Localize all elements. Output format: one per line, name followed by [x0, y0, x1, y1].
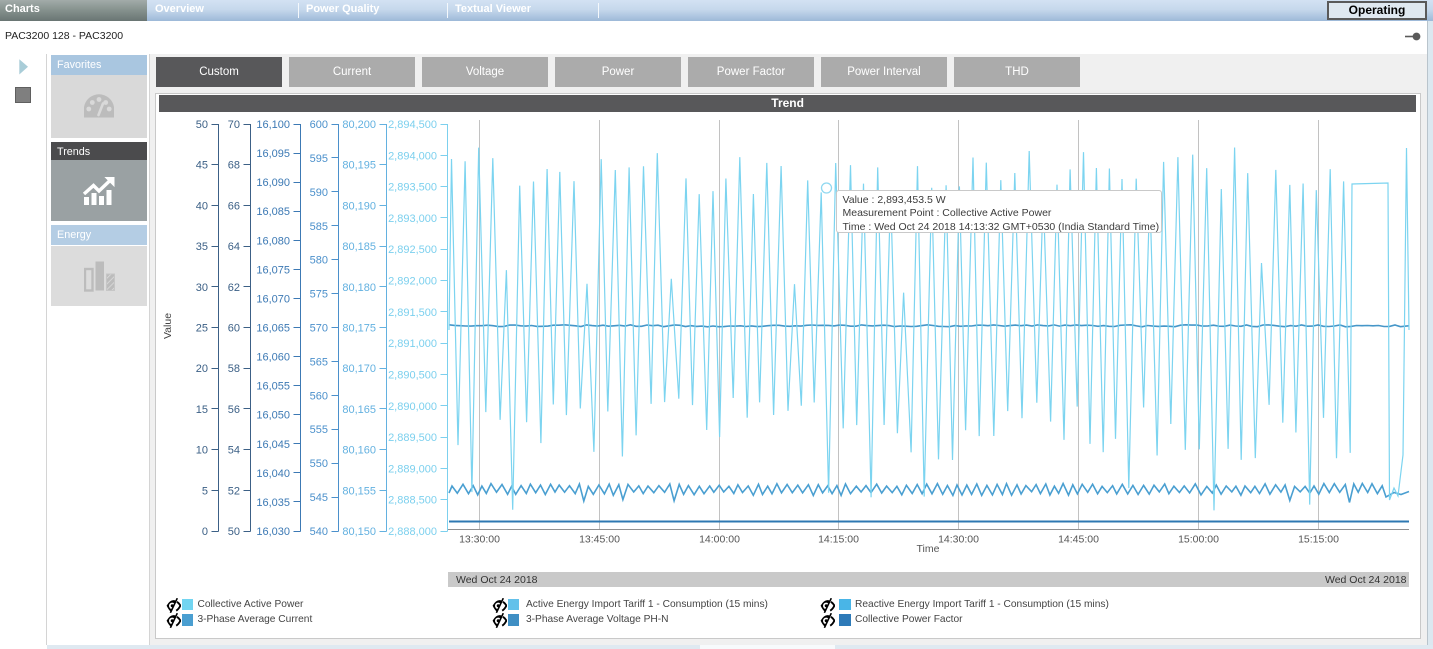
svg-text:16,095: 16,095 — [256, 148, 290, 160]
svg-text:2,892,500: 2,892,500 — [388, 244, 437, 256]
svg-text:2,890,500: 2,890,500 — [388, 370, 437, 382]
svg-text:16,080: 16,080 — [256, 235, 290, 247]
svg-text:550: 550 — [310, 458, 328, 470]
svg-text:590: 590 — [310, 187, 328, 199]
svg-text:16,065: 16,065 — [256, 323, 290, 335]
svg-text:2,891,000: 2,891,000 — [388, 338, 437, 350]
svg-text:0: 0 — [202, 526, 208, 538]
svg-text:70: 70 — [228, 119, 240, 131]
svg-text:30: 30 — [196, 282, 208, 294]
svg-text:2,892,000: 2,892,000 — [388, 276, 437, 288]
svg-text:16,085: 16,085 — [256, 206, 290, 218]
svg-text:5: 5 — [202, 485, 208, 497]
svg-text:56: 56 — [228, 404, 240, 416]
svg-text:540: 540 — [310, 526, 328, 538]
svg-text:40: 40 — [196, 200, 208, 212]
svg-text:80,175: 80,175 — [342, 323, 376, 335]
svg-text:16,060: 16,060 — [256, 352, 290, 364]
svg-text:2,891,500: 2,891,500 — [388, 307, 437, 319]
svg-text:80,185: 80,185 — [342, 241, 376, 253]
svg-text:68: 68 — [228, 160, 240, 172]
svg-text:80,180: 80,180 — [342, 282, 376, 294]
svg-text:58: 58 — [228, 363, 240, 375]
svg-text:560: 560 — [310, 390, 328, 402]
svg-text:54: 54 — [228, 445, 240, 457]
svg-text:2,894,500: 2,894,500 — [388, 119, 437, 131]
svg-text:2,888,500: 2,888,500 — [388, 495, 437, 507]
svg-text:570: 570 — [310, 323, 328, 335]
svg-text:60: 60 — [228, 323, 240, 335]
svg-text:80,160: 80,160 — [342, 445, 376, 457]
svg-text:2,889,500: 2,889,500 — [388, 432, 437, 444]
svg-text:80,155: 80,155 — [342, 485, 376, 497]
svg-text:15:15:00: 15:15:00 — [1298, 534, 1339, 546]
svg-text:14:15:00: 14:15:00 — [818, 534, 859, 546]
svg-text:80,195: 80,195 — [342, 160, 376, 172]
svg-text:14:00:00: 14:00:00 — [699, 534, 740, 546]
svg-text:16,070: 16,070 — [256, 293, 290, 305]
svg-text:16,075: 16,075 — [256, 264, 290, 276]
svg-text:13:30:00: 13:30:00 — [459, 534, 500, 546]
svg-text:2,890,000: 2,890,000 — [388, 401, 437, 413]
svg-text:15: 15 — [196, 404, 208, 416]
svg-text:20: 20 — [196, 363, 208, 375]
svg-text:64: 64 — [228, 241, 240, 253]
svg-text:15:00:00: 15:00:00 — [1178, 534, 1219, 546]
svg-text:Value: Value — [162, 313, 174, 339]
svg-text:Time: Time — [917, 543, 940, 555]
svg-text:52: 52 — [228, 485, 240, 497]
svg-text:595: 595 — [310, 153, 328, 165]
svg-text:80,165: 80,165 — [342, 404, 376, 416]
svg-text:16,045: 16,045 — [256, 439, 290, 451]
svg-text:16,040: 16,040 — [256, 468, 290, 480]
svg-text:66: 66 — [228, 200, 240, 212]
svg-text:16,035: 16,035 — [256, 497, 290, 509]
svg-text:2,888,000: 2,888,000 — [388, 526, 437, 538]
svg-text:45: 45 — [196, 160, 208, 172]
svg-text:2,894,000: 2,894,000 — [388, 150, 437, 162]
svg-text:2,893,500: 2,893,500 — [388, 182, 437, 194]
svg-text:2,889,000: 2,889,000 — [388, 463, 437, 475]
svg-text:2,893,000: 2,893,000 — [388, 213, 437, 225]
svg-text:14:30:00: 14:30:00 — [938, 534, 979, 546]
svg-text:600: 600 — [310, 119, 328, 131]
svg-text:80,200: 80,200 — [342, 119, 376, 131]
svg-text:50: 50 — [196, 119, 208, 131]
svg-text:580: 580 — [310, 255, 328, 267]
svg-text:80,190: 80,190 — [342, 200, 376, 212]
svg-text:16,030: 16,030 — [256, 526, 290, 538]
svg-text:575: 575 — [310, 289, 328, 301]
svg-text:80,170: 80,170 — [342, 363, 376, 375]
svg-text:545: 545 — [310, 492, 328, 504]
svg-text:16,090: 16,090 — [256, 177, 290, 189]
svg-text:16,100: 16,100 — [256, 119, 290, 131]
svg-text:565: 565 — [310, 356, 328, 368]
svg-text:14:45:00: 14:45:00 — [1058, 534, 1099, 546]
svg-text:16,055: 16,055 — [256, 381, 290, 393]
svg-text:555: 555 — [310, 424, 328, 436]
svg-text:50: 50 — [228, 526, 240, 538]
svg-text:585: 585 — [310, 221, 328, 233]
svg-text:80,150: 80,150 — [342, 526, 376, 538]
svg-text:35: 35 — [196, 241, 208, 253]
svg-text:16,050: 16,050 — [256, 410, 290, 422]
svg-text:25: 25 — [196, 323, 208, 335]
svg-text:10: 10 — [196, 445, 208, 457]
svg-text:13:45:00: 13:45:00 — [579, 534, 620, 546]
svg-text:62: 62 — [228, 282, 240, 294]
